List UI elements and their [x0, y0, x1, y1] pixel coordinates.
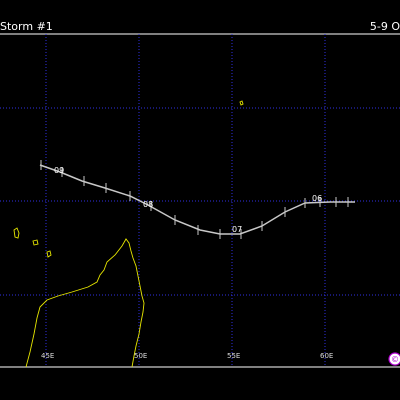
storm-track: [39, 164, 355, 235]
madagascar-coastline: [25, 238, 145, 368]
seychelles-island: [239, 100, 244, 106]
copyright-logo-icon: ©: [388, 352, 400, 366]
track-map: 09 08 07 06 45E 50E 55E 60E ©: [0, 33, 400, 368]
day-label-06: 06: [312, 194, 322, 203]
coastlines: [13, 100, 244, 368]
day-label-08: 08: [143, 200, 153, 209]
lon-label-55e: 55E: [227, 352, 240, 360]
comoros-island-2: [32, 239, 39, 246]
lon-label-60e: 60E: [320, 352, 333, 360]
lon-label-45e: 45E: [41, 352, 54, 360]
comoros-island-1: [13, 227, 20, 239]
logo-glyph: ©: [391, 355, 399, 364]
track-line: [39, 164, 355, 235]
day-label-09: 09: [54, 166, 64, 175]
day-label-07: 07: [232, 225, 242, 234]
lon-label-50e: 50E: [134, 352, 147, 360]
comoros-island-3: [46, 250, 52, 258]
